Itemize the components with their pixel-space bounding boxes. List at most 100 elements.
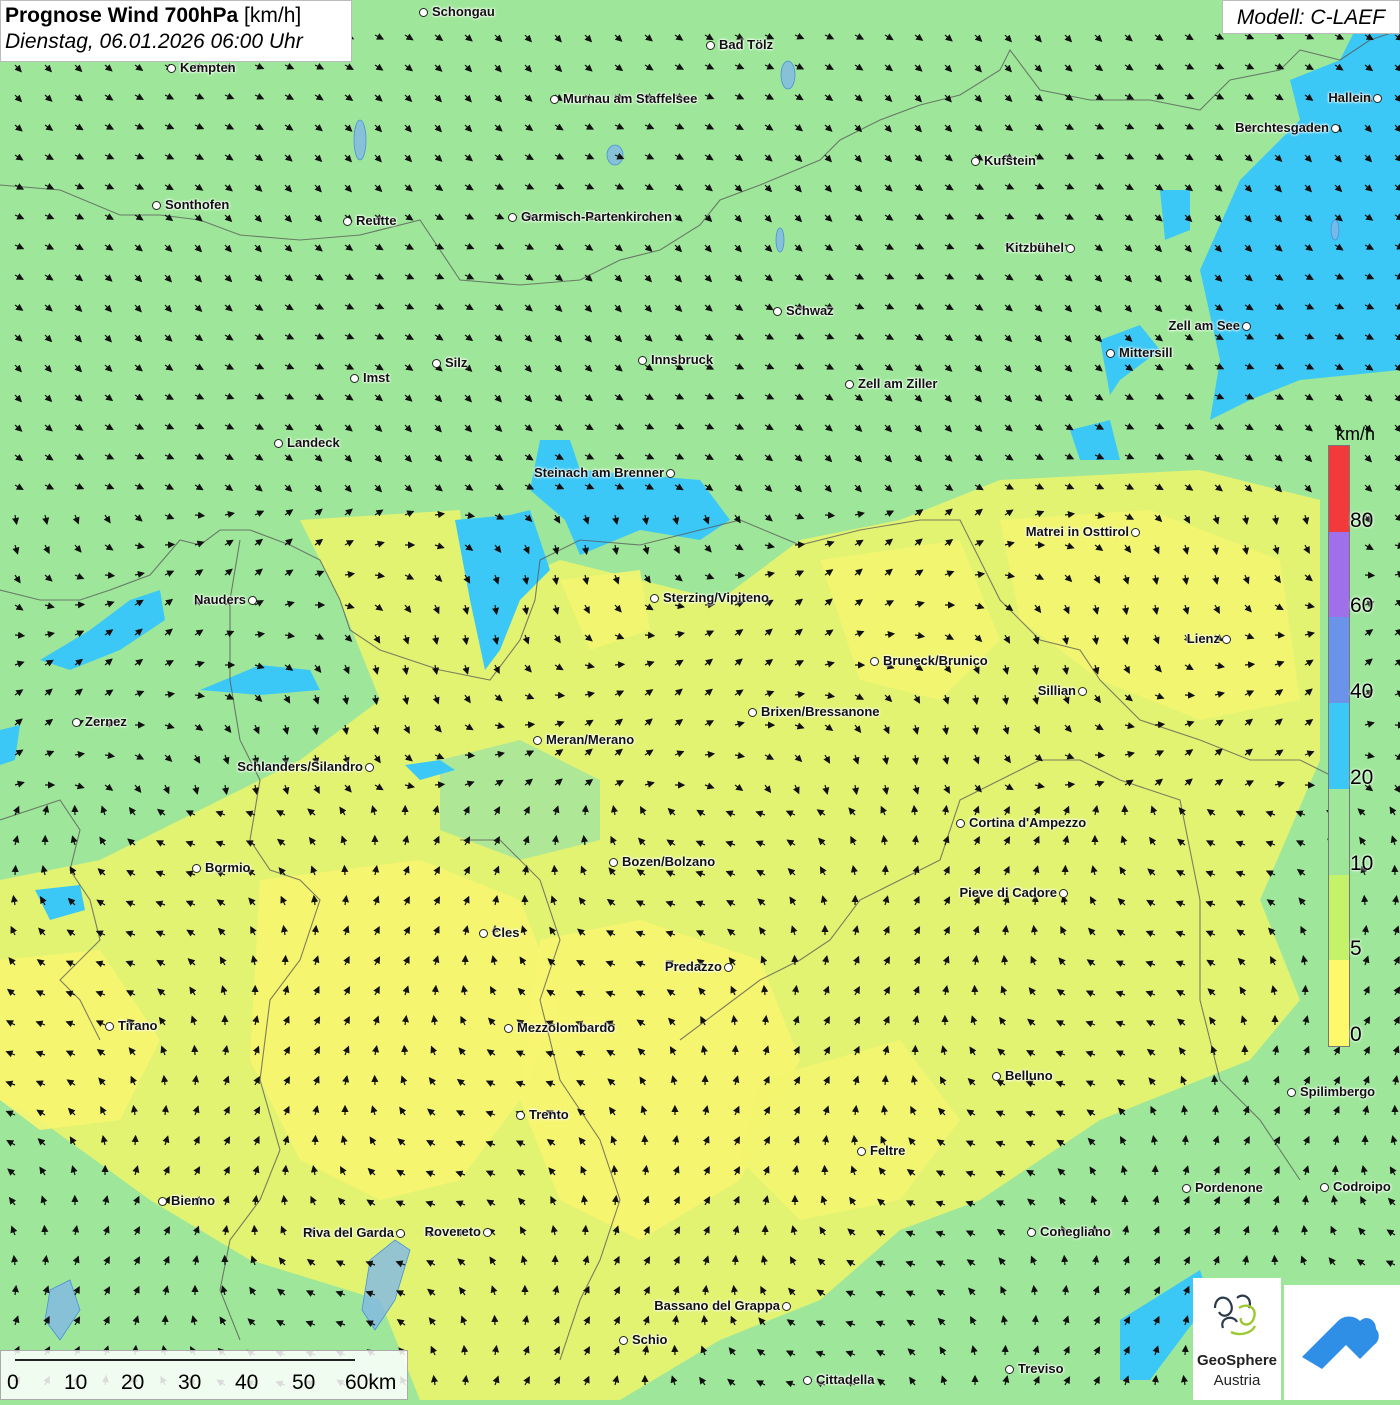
city-dot[interactable]	[1287, 1088, 1296, 1097]
city-dot[interactable]	[1182, 1184, 1191, 1193]
city-dot[interactable]	[1320, 1183, 1329, 1192]
city-dot[interactable]	[724, 963, 733, 972]
city-label[interactable]: Treviso	[1018, 1361, 1064, 1376]
city-label[interactable]: Zell am Ziller	[858, 376, 937, 391]
city-dot[interactable]	[192, 864, 201, 873]
city-dot[interactable]	[857, 1147, 866, 1156]
city-label[interactable]: Meran/Merano	[546, 732, 634, 747]
city-label[interactable]: Sillian	[1038, 683, 1076, 698]
city-dot[interactable]	[504, 1024, 513, 1033]
city-dot[interactable]	[1131, 528, 1140, 537]
city-label[interactable]: Bozen/Bolzano	[622, 854, 715, 869]
city-dot[interactable]	[638, 356, 647, 365]
city-label[interactable]: Belluno	[1005, 1068, 1053, 1083]
city-dot[interactable]	[419, 8, 428, 17]
city-dot[interactable]	[706, 41, 715, 50]
city-label[interactable]: Garmisch-Partenkirchen	[521, 209, 672, 224]
city-label[interactable]: Mittersill	[1119, 345, 1172, 360]
city-label[interactable]: Schongau	[432, 4, 495, 19]
city-dot[interactable]	[483, 1228, 492, 1237]
city-label[interactable]: Rovereto	[425, 1224, 481, 1239]
city-label[interactable]: Zell am See	[1168, 318, 1240, 333]
city-label[interactable]: Bassano del Grappa	[654, 1298, 780, 1313]
city-label[interactable]: Steinach am Brenner	[534, 465, 664, 480]
city-dot[interactable]	[782, 1302, 791, 1311]
city-label[interactable]: Predazzo	[665, 959, 722, 974]
city-label[interactable]: Silz	[445, 355, 467, 370]
city-dot[interactable]	[1373, 94, 1382, 103]
city-label[interactable]: Sterzing/Vipiteno	[663, 590, 769, 605]
city-label[interactable]: Cles	[492, 925, 519, 940]
geosphere-logo[interactable]: GeoSphere Austria	[1193, 1278, 1281, 1400]
city-dot[interactable]	[971, 157, 980, 166]
city-label[interactable]: Riva del Garda	[303, 1225, 394, 1240]
city-dot[interactable]	[666, 469, 675, 478]
city-dot[interactable]	[432, 359, 441, 368]
city-label[interactable]: Bienno	[171, 1193, 215, 1208]
city-label[interactable]: Berchtesgaden	[1235, 120, 1329, 135]
city-dot[interactable]	[343, 217, 352, 226]
city-label[interactable]: Feltre	[870, 1143, 905, 1158]
city-dot[interactable]	[650, 594, 659, 603]
city-dot[interactable]	[550, 95, 559, 104]
city-label[interactable]: Brixen/Bressanone	[761, 704, 880, 719]
city-dot[interactable]	[1078, 687, 1087, 696]
city-label[interactable]: Bad Tölz	[719, 37, 773, 52]
city-dot[interactable]	[870, 657, 879, 666]
city-dot[interactable]	[508, 213, 517, 222]
city-label[interactable]: Bormio	[205, 860, 251, 875]
city-dot[interactable]	[105, 1022, 114, 1031]
city-label[interactable]: Innsbruck	[651, 352, 713, 367]
city-dot[interactable]	[274, 439, 283, 448]
city-label[interactable]: Matrei in Osttirol	[1026, 524, 1129, 539]
city-dot[interactable]	[956, 819, 965, 828]
city-label[interactable]: Kempten	[180, 60, 236, 75]
city-dot[interactable]	[1222, 635, 1231, 644]
city-dot[interactable]	[152, 201, 161, 210]
city-dot[interactable]	[1331, 124, 1340, 133]
city-label[interactable]: Imst	[363, 370, 390, 385]
city-dot[interactable]	[350, 374, 359, 383]
weather-app-logo[interactable]	[1284, 1285, 1400, 1400]
city-dot[interactable]	[1066, 244, 1075, 253]
city-dot[interactable]	[773, 307, 782, 316]
city-label[interactable]: Sonthofen	[165, 197, 229, 212]
city-label[interactable]: Pieve di Cadore	[959, 885, 1057, 900]
city-dot[interactable]	[72, 718, 81, 727]
city-label[interactable]: Lienz	[1187, 631, 1220, 646]
city-label[interactable]: Nauders	[194, 592, 246, 607]
city-label[interactable]: Reutte	[356, 213, 396, 228]
city-label[interactable]: Schio	[632, 1332, 667, 1347]
city-label[interactable]: Murnau am Staffelsee	[563, 91, 697, 106]
city-dot[interactable]	[992, 1072, 1001, 1081]
city-label[interactable]: Bruneck/Brunico	[883, 653, 988, 668]
city-dot[interactable]	[609, 858, 618, 867]
city-dot[interactable]	[516, 1111, 525, 1120]
city-label[interactable]: Conegliano	[1040, 1224, 1111, 1239]
city-label[interactable]: Tirano	[118, 1018, 158, 1033]
city-dot[interactable]	[158, 1197, 167, 1206]
city-label[interactable]: Schlanders/Silandro	[237, 759, 363, 774]
city-label[interactable]: Cortina d'Ampezzo	[969, 815, 1086, 830]
city-dot[interactable]	[167, 64, 176, 73]
city-dot[interactable]	[248, 596, 257, 605]
city-label[interactable]: Pordenone	[1195, 1180, 1263, 1195]
city-label[interactable]: Kufstein	[984, 153, 1036, 168]
city-dot[interactable]	[803, 1376, 812, 1385]
city-label[interactable]: Spilimbergo	[1300, 1084, 1375, 1099]
city-dot[interactable]	[748, 708, 757, 717]
city-label[interactable]: Landeck	[287, 435, 340, 450]
city-dot[interactable]	[845, 380, 854, 389]
city-label[interactable]: Zernez	[85, 714, 127, 729]
city-label[interactable]: Kitzbühel	[1006, 240, 1065, 255]
city-dot[interactable]	[1242, 322, 1251, 331]
city-dot[interactable]	[396, 1229, 405, 1238]
city-dot[interactable]	[1005, 1365, 1014, 1374]
city-label[interactable]: Trento	[529, 1107, 569, 1122]
city-dot[interactable]	[1027, 1228, 1036, 1237]
city-label[interactable]: Codroipo	[1333, 1179, 1391, 1194]
city-dot[interactable]	[619, 1336, 628, 1345]
city-dot[interactable]	[1059, 889, 1068, 898]
city-dot[interactable]	[365, 763, 374, 772]
city-label[interactable]: Mezzolombardo	[517, 1020, 615, 1035]
